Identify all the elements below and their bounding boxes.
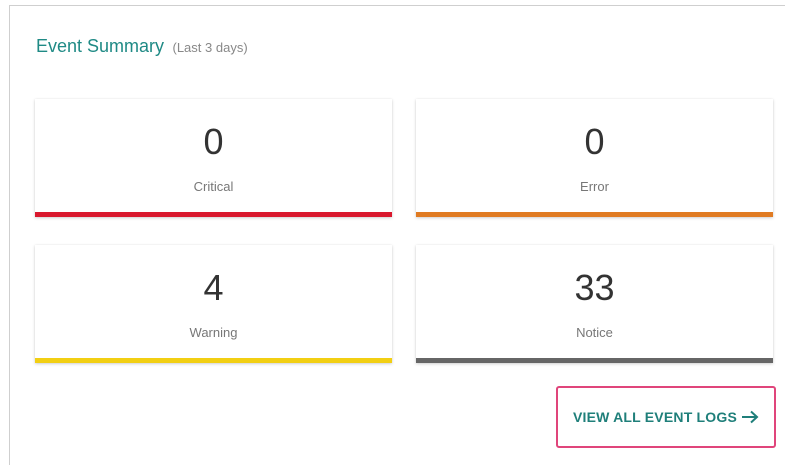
error-event-card[interactable]: 0 Error bbox=[416, 99, 773, 217]
error-count: 0 bbox=[584, 121, 605, 162]
warning-color-bar bbox=[35, 358, 392, 363]
error-color-bar bbox=[416, 212, 773, 217]
event-summary-panel: Event Summary (Last 3 days) 0 Critical 0… bbox=[9, 5, 785, 465]
notice-color-bar bbox=[416, 358, 773, 363]
arrow-right-icon bbox=[742, 410, 759, 424]
critical-color-bar bbox=[35, 212, 392, 217]
critical-label: Critical bbox=[193, 179, 234, 194]
view-all-event-logs-label: VIEW ALL EVENT LOGS bbox=[572, 409, 738, 425]
critical-count: 0 bbox=[203, 121, 224, 162]
event-summary-subtitle: (Last 3 days) bbox=[172, 40, 248, 55]
view-all-event-logs-button[interactable]: VIEW ALL EVENT LOGS bbox=[556, 386, 776, 448]
event-summary-header: Event Summary (Last 3 days) bbox=[36, 36, 248, 57]
event-summary-title: Event Summary bbox=[36, 36, 165, 56]
notice-count: 33 bbox=[574, 267, 615, 308]
warning-event-card[interactable]: 4 Warning bbox=[35, 245, 392, 363]
error-label: Error bbox=[580, 179, 609, 194]
notice-label: Notice bbox=[576, 325, 613, 340]
notice-event-card[interactable]: 33 Notice bbox=[416, 245, 773, 363]
warning-count: 4 bbox=[203, 267, 224, 308]
critical-event-card[interactable]: 0 Critical bbox=[35, 99, 392, 217]
warning-label: Warning bbox=[189, 325, 238, 340]
